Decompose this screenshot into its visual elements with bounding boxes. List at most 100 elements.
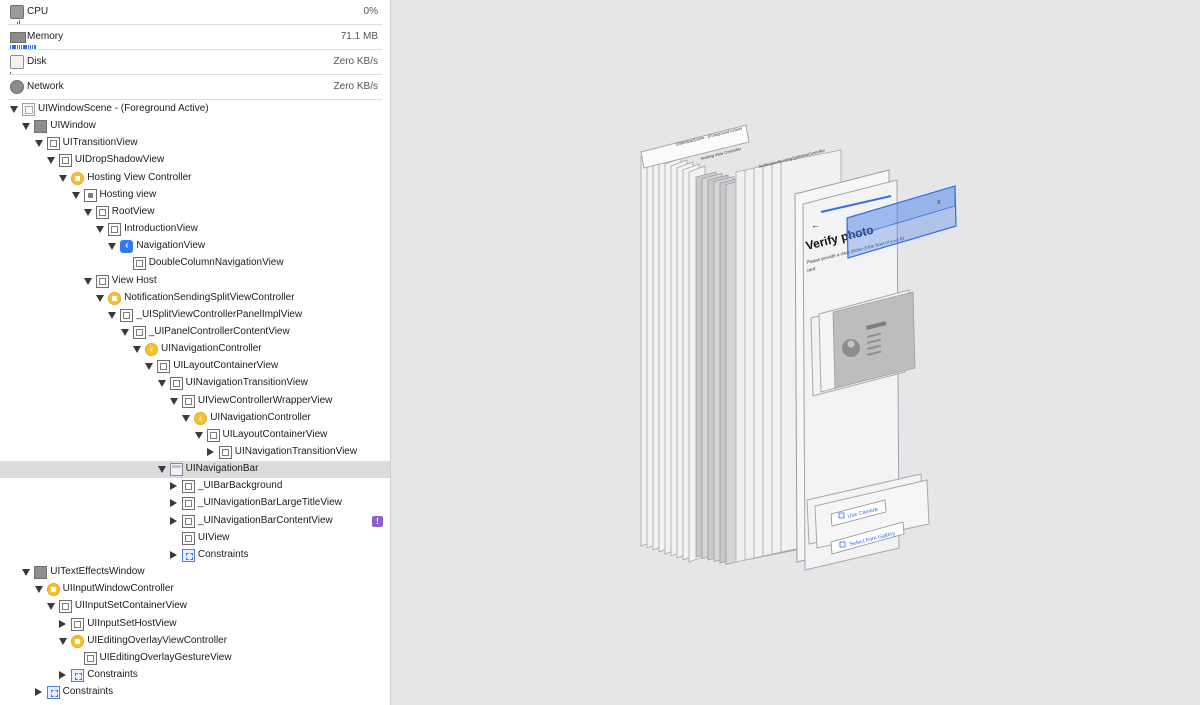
disclosure-open-icon[interactable] (34, 586, 43, 594)
tree-row[interactable]: IntroductionView (0, 221, 390, 238)
disclosure-closed-icon[interactable] (169, 516, 177, 525)
tree-row[interactable]: UIEditingOverlayGestureView (0, 650, 390, 667)
tree-row-label: IntroductionView (124, 223, 198, 235)
tree-row[interactable]: UINavigationTransitionView (0, 444, 390, 461)
tree-row-label: View Host (111, 274, 157, 286)
tree-row[interactable]: UIInputSetContainerView (0, 598, 390, 615)
tree-row[interactable]: View Host (0, 273, 390, 290)
tree-row[interactable]: UITransitionView (0, 135, 390, 152)
tree-row[interactable]: NotificationSendingSplitViewController (0, 290, 390, 307)
navctrl-icon: ‹ (145, 343, 158, 357)
gauge-label: Memory (27, 31, 64, 42)
disclosure-closed-icon[interactable] (169, 482, 177, 491)
tree-row[interactable]: UITextEffectsWindow (0, 564, 390, 581)
gauge-memory[interactable]: Memory 71.1 MB (0, 25, 390, 50)
gauge-value: 71.1 MB (340, 31, 378, 42)
tree-row[interactable]: _UINavigationBarContentView! (0, 513, 390, 530)
tree-row[interactable]: UIViewControllerWrapperView (0, 393, 390, 410)
tree-row[interactable]: _UIPanelControllerContentView (0, 324, 390, 341)
navview-icon: ‹ (120, 240, 134, 254)
tree-row-label: UINavigationTransitionView (185, 377, 308, 389)
window-scene-layer: UIWindowScene - (Foreground Active) (640, 124, 750, 169)
disclosure-open-icon[interactable] (46, 603, 55, 611)
disclosure-open-icon[interactable] (83, 277, 92, 285)
tree-row[interactable]: UIWindowScene - (Foreground Active) (0, 101, 390, 118)
view-icon (46, 137, 60, 151)
disclosure-open-icon[interactable] (108, 311, 117, 319)
controller-icon (108, 291, 122, 305)
disclosure-open-icon[interactable] (22, 123, 31, 131)
disclosure-open-icon[interactable] (34, 140, 43, 148)
disclosure-open-icon[interactable] (83, 208, 92, 216)
tree-row-label: UIEditingOverlayViewController (87, 634, 228, 646)
tree-row[interactable]: Hosting View Controller (0, 170, 390, 187)
disclosure-open-icon[interactable] (108, 243, 117, 251)
disclosure-open-icon[interactable] (194, 431, 203, 439)
view-debugger-canvas[interactable]: UIWindowScene - (Foreground Active) Host… (391, 0, 1200, 705)
debug-navigator: CPU 0% Memory 71.1 MB Disk Zero KB/s Network Ze… (0, 0, 391, 705)
tree-row[interactable]: _UIBarBackground (0, 478, 390, 495)
tree-row[interactable]: UIView (0, 530, 390, 547)
tree-row[interactable]: Constraints (0, 547, 390, 564)
tree-row[interactable]: ‹ UINavigationController (0, 410, 390, 427)
disclosure-open-icon[interactable] (120, 328, 129, 336)
disclosure-closed-icon[interactable] (59, 670, 67, 679)
disclosure-open-icon[interactable] (169, 397, 178, 405)
tree-row[interactable]: DoubleColumnNavigationView (0, 255, 390, 272)
disclosure-open-icon[interactable] (133, 346, 141, 354)
tree-row-label: UINavigationController (161, 343, 262, 355)
view-icon (206, 428, 220, 442)
tree-row-label: Constraints (62, 686, 114, 698)
exploded-hierarchy-3d[interactable]: UIWindowScene - (Foreground Active) Host… (391, 0, 1200, 705)
disclosure-open-icon[interactable] (71, 191, 80, 199)
view-icon (181, 480, 195, 494)
tree-row[interactable]: Constraints (0, 667, 390, 684)
tree-row[interactable]: ‹ NavigationView (0, 238, 390, 255)
disclosure-open-icon[interactable] (59, 637, 68, 645)
tree-row[interactable]: Hosting view (0, 187, 390, 204)
tree-row-label: UILayoutContainerView (222, 428, 328, 440)
tree-row[interactable]: UIWindow (0, 118, 390, 135)
disclosure-open-icon[interactable] (10, 106, 18, 113)
disclosure-open-icon[interactable] (59, 174, 68, 182)
tree-row[interactable]: UINavigationBar (0, 461, 390, 479)
tree-row-label: Hosting view (99, 188, 157, 200)
warning-badge-icon[interactable]: ! (372, 515, 383, 527)
tree-row[interactable]: _UINavigationBarLargeTitleView (0, 495, 390, 512)
tree-row[interactable]: UILayoutContainerView (0, 358, 390, 375)
disclosure-open-icon[interactable] (157, 380, 166, 388)
gauge-value: Zero KB/s (333, 81, 378, 92)
window-icon (34, 120, 48, 134)
disclosure-closed-icon[interactable] (169, 550, 177, 559)
tree-row[interactable]: UIEditingOverlayViewController (0, 633, 390, 650)
tree-row-label: UILayoutContainerView (173, 360, 279, 372)
disclosure-open-icon[interactable] (182, 414, 191, 422)
gauge-disk[interactable]: Disk Zero KB/s (0, 50, 390, 75)
tree-row[interactable]: _UISplitViewControllerPanelImplView (0, 307, 390, 324)
disclosure-open-icon[interactable] (96, 294, 105, 302)
network-icon (10, 80, 24, 94)
disclosure-open-icon[interactable] (22, 569, 31, 577)
disclosure-closed-icon[interactable] (169, 499, 177, 508)
tree-row-label: _UINavigationBarContentView (197, 514, 333, 526)
tree-row[interactable]: UINavigationTransitionView (0, 375, 390, 392)
gauge-cpu[interactable]: CPU 0% (0, 0, 390, 25)
disclosure-open-icon[interactable] (46, 157, 55, 165)
disclosure-open-icon[interactable] (96, 226, 105, 234)
tree-row[interactable]: Constraints (0, 684, 390, 701)
gauge-network[interactable]: Network Zero KB/s (0, 75, 390, 100)
tree-row[interactable]: UIInputSetHostView (0, 616, 390, 633)
tree-row[interactable]: RootView (0, 204, 390, 221)
disclosure-closed-icon[interactable] (59, 619, 67, 628)
disclosure-closed-icon[interactable] (34, 688, 42, 697)
disclosure-open-icon[interactable] (157, 466, 166, 474)
tree-row[interactable]: UIInputWindowController (0, 581, 390, 598)
tree-row[interactable]: UILayoutContainerView (0, 427, 390, 444)
view-icon (132, 325, 146, 339)
tree-row[interactable]: UIDropShadowView (0, 152, 390, 169)
tree-row[interactable]: ‹ UINavigationController (0, 341, 390, 358)
disclosure-open-icon[interactable] (145, 363, 154, 371)
view-icon (95, 274, 109, 288)
disclosure-closed-icon[interactable] (206, 448, 214, 456)
view-icon (108, 223, 122, 237)
